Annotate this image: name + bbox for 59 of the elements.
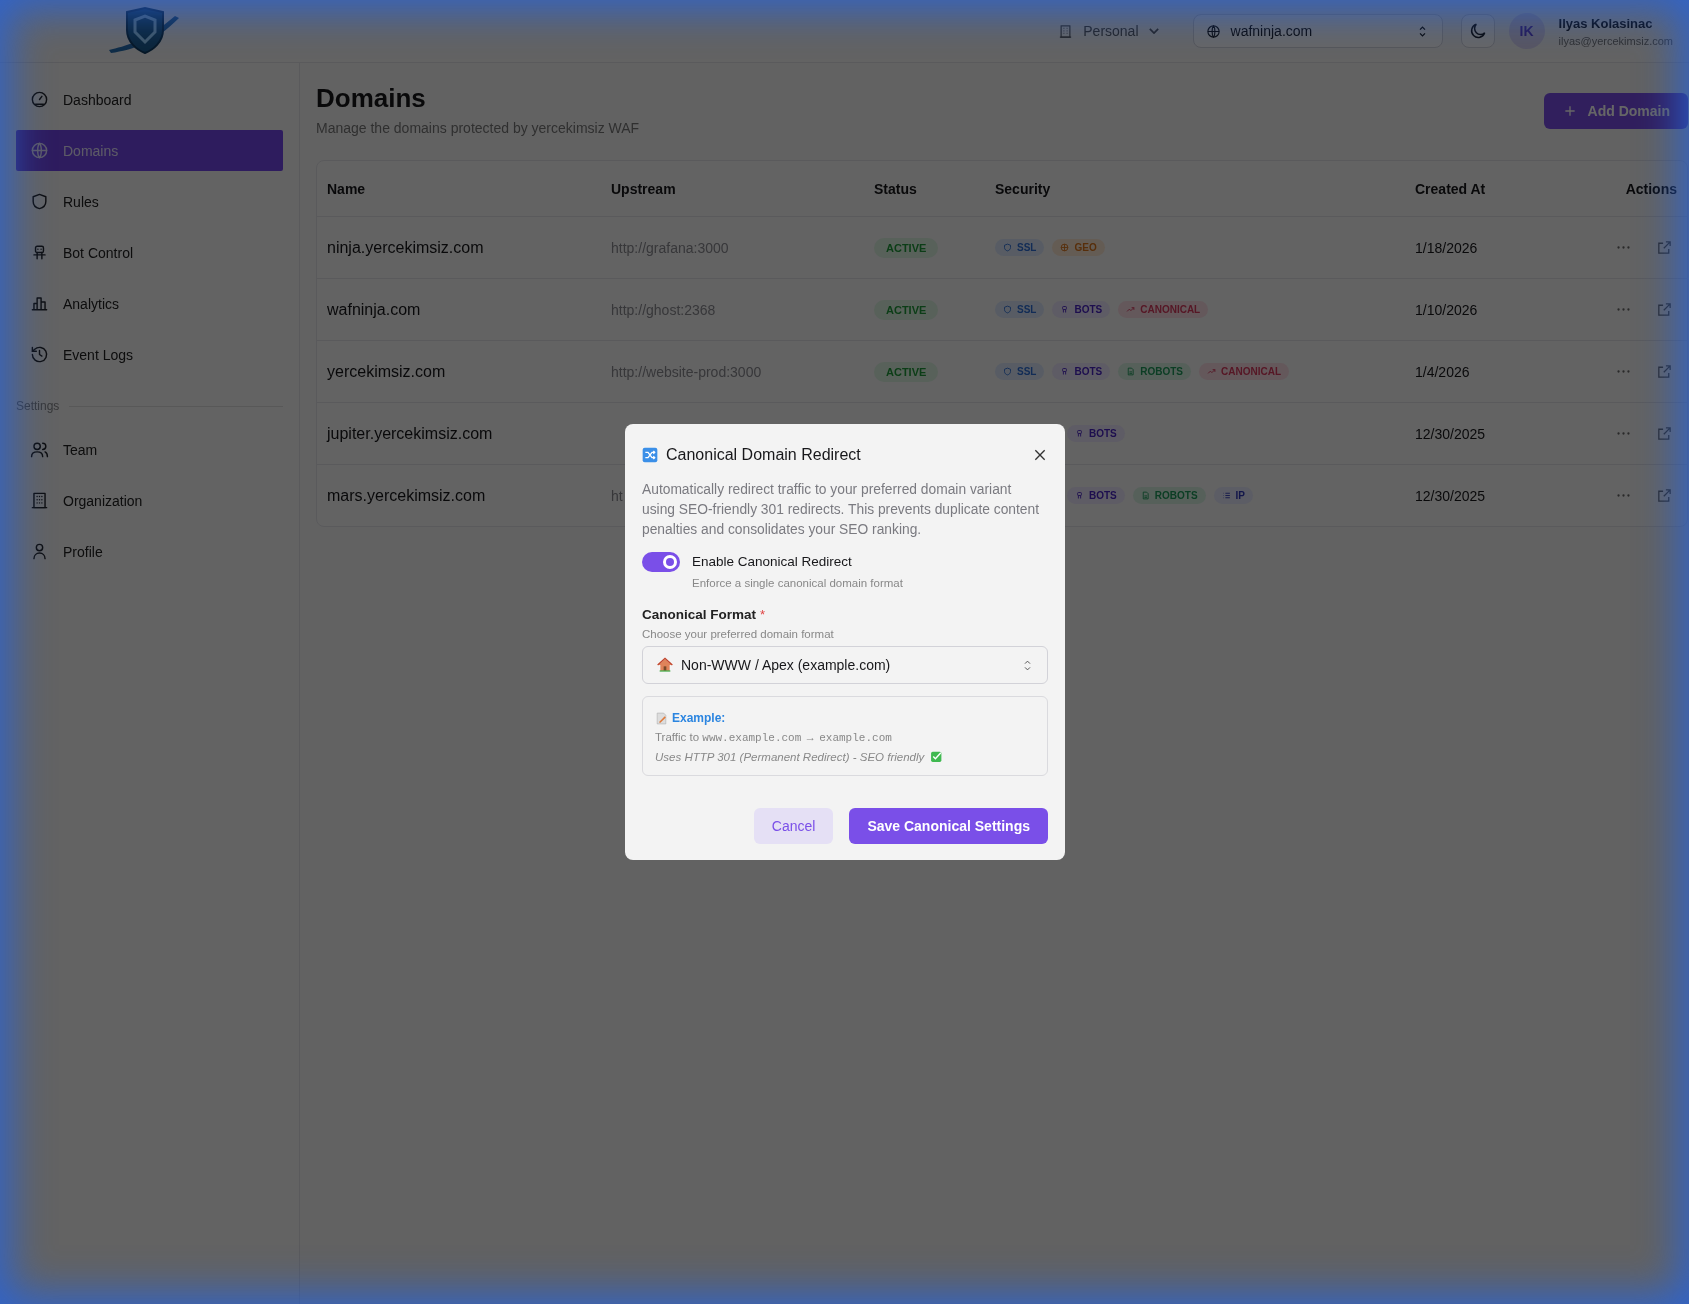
domain-name: wafninja.com xyxy=(327,300,421,319)
column-header: Actions xyxy=(1624,180,1677,197)
example-note: Uses HTTP 301 (Permanent Redirect) - SEO friendly xyxy=(655,750,925,763)
sidebar-item[interactable]: Dashboard xyxy=(16,79,283,120)
security-badge: IP xyxy=(1213,487,1253,504)
toggle-hint: Enforce a single canonical domain format xyxy=(692,577,903,589)
canonical-format-select[interactable]: Non-WWW / Apex (example.com) xyxy=(642,646,1048,684)
status-badge: ACTIVE xyxy=(874,299,939,320)
created-date: 1/18/2026 xyxy=(1415,239,1478,256)
created-date: 1/4/2026 xyxy=(1415,363,1470,380)
page-title: Domains xyxy=(316,83,427,114)
security-badge: ROBOTS xyxy=(1118,363,1191,380)
created-date: 12/30/2025 xyxy=(1415,425,1486,442)
required-mark: * xyxy=(760,607,766,622)
column-header: Name xyxy=(327,180,367,197)
domain-name: mars.yercekimsiz.com xyxy=(327,486,486,505)
security-badge: GEO xyxy=(1052,239,1105,256)
example-heading: Example: xyxy=(672,711,726,725)
security-badge: SSL xyxy=(995,239,1045,256)
status-badge: ACTIVE xyxy=(874,237,939,258)
sidebar-item[interactable]: Team xyxy=(16,429,283,470)
cancel-button[interactable]: Cancel xyxy=(753,808,834,844)
column-header: Status xyxy=(874,180,918,197)
field-hint: Choose your preferred domain format xyxy=(642,628,835,640)
workspace-dropdown[interactable]: Personal xyxy=(1058,23,1159,39)
security-badge: BOTS xyxy=(1052,363,1111,380)
toggle-label: Enable Canonical Redirect xyxy=(692,554,853,569)
save-button[interactable]: Save Canonical Settings xyxy=(849,808,1048,844)
example-traffic-text: Traffic to www.example.com → example.com xyxy=(655,731,893,744)
security-badge: ROBOTS xyxy=(1132,487,1206,504)
status-badge: ACTIVE xyxy=(874,361,939,382)
security-badge: SSL xyxy=(995,363,1045,380)
column-header: Created At xyxy=(1415,180,1487,197)
domain-name: ninja.yercekimsiz.com xyxy=(327,238,484,257)
sidebar-item[interactable]: Profile xyxy=(16,531,283,572)
security-badge: BOTS xyxy=(1052,301,1111,318)
sidebar-item[interactable]: Rules xyxy=(16,181,283,222)
add-domain-button[interactable]: Add Domain xyxy=(1543,93,1688,129)
domain-name: jupiter.yercekimsiz.com xyxy=(327,424,493,443)
column-header: Upstream xyxy=(611,180,677,197)
domain-name: yercekimsiz.com xyxy=(327,362,446,381)
user-name: Ilyas Kolasinac xyxy=(1558,15,1654,31)
security-badge: BOTS xyxy=(1067,425,1125,442)
user-avatar[interactable]: IK xyxy=(1508,13,1545,49)
sidebar-item[interactable]: Bot Control xyxy=(16,232,283,273)
security-badge: SSL xyxy=(995,301,1045,318)
domain-selector[interactable]: wafninja.com xyxy=(1192,14,1443,48)
dialog-description: Automatically redirect traffic to your preferred domain variant using SEO-friendly 301 redirects. This prevents duplicate content penalties and consolidates your SEO ranking. xyxy=(642,481,1040,539)
security-badge: BOTS xyxy=(1067,487,1125,504)
security-badge: CANONICAL xyxy=(1199,363,1289,380)
security-badge: CANONICAL xyxy=(1118,301,1209,318)
created-date: 12/30/2025 xyxy=(1415,487,1486,504)
column-header: Security xyxy=(995,180,1052,197)
sidebar-item[interactable]: Event Logs xyxy=(16,334,283,375)
dialog-title: Canonical Domain Redirect xyxy=(666,446,862,464)
sidebar-item[interactable]: Analytics xyxy=(16,283,283,324)
sidebar-item[interactable]: Organization xyxy=(16,480,283,521)
created-date: 1/10/2026 xyxy=(1415,301,1478,318)
field-label: Canonical Format xyxy=(642,607,757,622)
